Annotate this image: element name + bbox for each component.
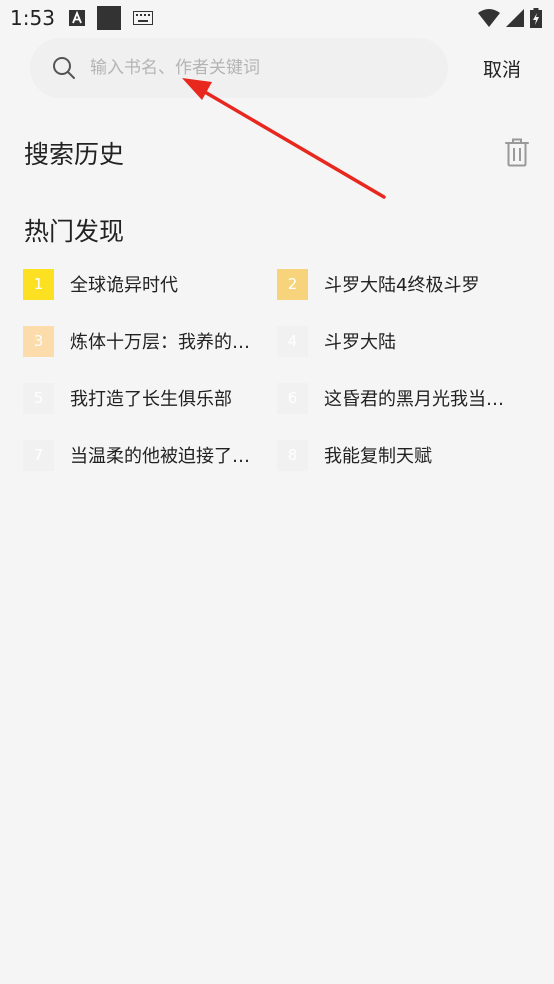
clear-history-button[interactable] <box>500 134 534 170</box>
hot-item-title: 当温柔的他被迫接了… <box>70 446 250 467</box>
hot-item-1[interactable]: 1 全球诡异时代 <box>23 268 277 300</box>
hot-item-7[interactable]: 7 当温柔的他被迫接了… <box>23 439 277 471</box>
status-time: 1:53 <box>10 6 55 30</box>
search-bar[interactable] <box>30 38 448 98</box>
keyboard-icon <box>132 11 153 25</box>
trash-icon <box>505 138 529 167</box>
wifi-icon <box>478 9 500 27</box>
text-notification-icon <box>68 10 85 26</box>
search-icon <box>53 57 75 79</box>
hot-item-title: 全球诡异时代 <box>70 275 178 296</box>
status-bar: 1:53 <box>0 0 554 36</box>
hot-item-8[interactable]: 8 我能复制天赋 <box>277 439 531 471</box>
hot-item-title: 斗罗大陆4终极斗罗 <box>324 275 480 296</box>
hot-item-title: 这昏君的黑月光我当… <box>324 389 504 410</box>
rank-badge: 6 <box>277 382 308 414</box>
hot-item-title: 炼体十万层：我养的… <box>70 332 250 353</box>
hot-discovery-title: 热门发现 <box>24 217 125 246</box>
hot-item-6[interactable]: 6 这昏君的黑月光我当… <box>277 382 531 414</box>
cancel-button[interactable]: 取消 <box>470 48 534 88</box>
hot-item-title: 斗罗大陆 <box>324 332 396 353</box>
hot-item-5[interactable]: 5 我打造了长生俱乐部 <box>23 382 277 414</box>
status-icons-left <box>68 6 153 30</box>
hot-item-3[interactable]: 3 炼体十万层：我养的… <box>23 325 277 357</box>
rank-badge: 7 <box>23 439 54 471</box>
signal-icon <box>506 9 524 27</box>
rank-badge: 3 <box>23 325 54 357</box>
square-notification-icon <box>96 6 121 30</box>
battery-icon <box>530 8 542 28</box>
rank-badge: 5 <box>23 382 54 414</box>
status-icons-right <box>478 8 542 28</box>
hot-item-2[interactable]: 2 斗罗大陆4终极斗罗 <box>277 268 531 300</box>
hot-item-4[interactable]: 4 斗罗大陆 <box>277 325 531 357</box>
hot-item-title: 我打造了长生俱乐部 <box>70 389 232 410</box>
rank-badge: 1 <box>23 268 54 300</box>
search-input[interactable] <box>90 58 410 78</box>
search-history-title: 搜索历史 <box>24 140 125 169</box>
rank-badge: 8 <box>277 439 308 471</box>
rank-badge: 4 <box>277 325 308 357</box>
hot-item-title: 我能复制天赋 <box>324 446 432 467</box>
rank-badge: 2 <box>277 268 308 300</box>
